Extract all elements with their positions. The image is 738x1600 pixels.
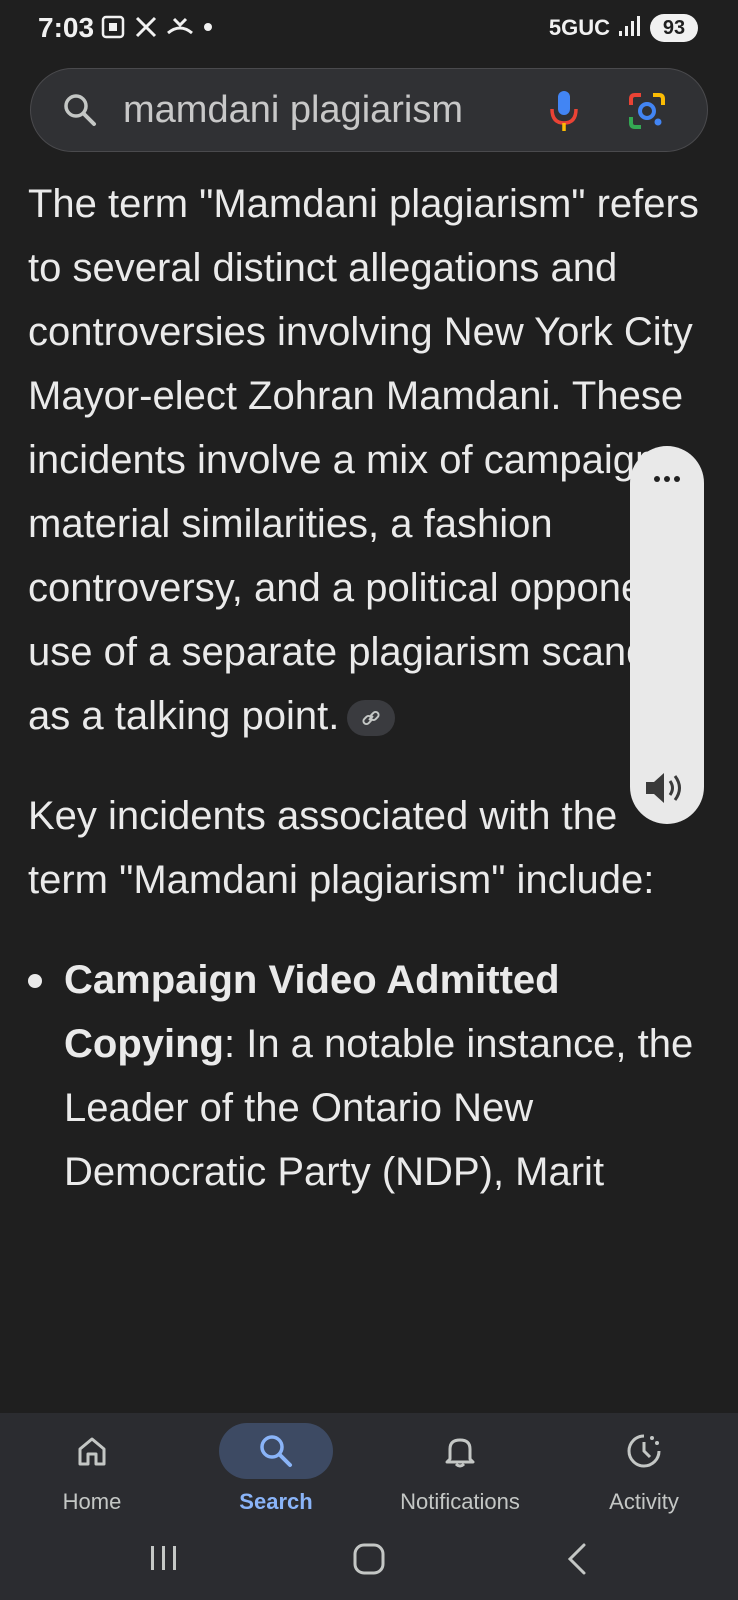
missed-call-icon <box>166 15 194 39</box>
recents-icon[interactable] <box>148 1542 180 1579</box>
home-icon <box>78 1437 106 1466</box>
google-lens-icon[interactable] <box>627 91 667 136</box>
nav-label-activity: Activity <box>609 1489 679 1514</box>
overview-paragraph-text: The term "Mamdani plagiarism" refers to … <box>28 182 705 738</box>
microphone-icon[interactable] <box>547 89 581 138</box>
screenshot-icon <box>100 14 126 40</box>
link-chip[interactable] <box>347 700 396 737</box>
incident-list: Campaign Video Admitted Copying: In a no… <box>28 948 708 1204</box>
nav-label-search: Search <box>239 1489 313 1514</box>
status-icons-left <box>100 14 214 40</box>
link-icon <box>362 711 380 726</box>
bottom-navigation: Home Search Notifications Activity <box>0 1413 738 1600</box>
battery-icon: 93 <box>650 14 698 42</box>
overview-paragraph: The term "Mamdani plagiarism" refers to … <box>28 172 708 748</box>
search-bar[interactable]: mamdani plagiarism <box>30 68 708 152</box>
nav-item-home[interactable]: Home <box>2 1423 182 1515</box>
speaker-icon[interactable] <box>642 766 690 815</box>
ai-overview-content: The term "Mamdani plagiarism" refers to … <box>28 172 708 1204</box>
nav-item-search[interactable]: Search <box>186 1423 366 1515</box>
bell-icon <box>445 1438 475 1468</box>
search-icon <box>260 1435 292 1467</box>
nav-label-notifications: Notifications <box>400 1489 520 1514</box>
back-icon[interactable] <box>564 1542 590 1581</box>
list-item: Campaign Video Admitted Copying: In a no… <box>28 948 708 1204</box>
home-circle-icon[interactable] <box>352 1542 386 1581</box>
more-options-icon[interactable] <box>647 464 687 494</box>
nav-label-home: Home <box>62 1489 122 1514</box>
dot-icon <box>202 21 214 33</box>
status-bar: 7:03 5GUC 93 <box>0 0 738 60</box>
bullet-dot <box>28 974 42 988</box>
status-time: 7:03 <box>38 12 95 43</box>
search-icon <box>61 91 99 134</box>
activity-icon <box>627 1434 661 1468</box>
nav-item-notifications[interactable]: Notifications <box>370 1423 550 1515</box>
floating-audio-panel <box>630 446 704 824</box>
x-app-icon <box>134 15 158 39</box>
search-query-input[interactable]: mamdani plagiarism <box>123 89 463 132</box>
key-incidents-paragraph: Key incidents associated with the term "… <box>28 794 655 902</box>
system-navigation <box>0 1530 738 1590</box>
nav-active-pill <box>219 1423 333 1479</box>
network-label: 5GUC <box>548 15 610 40</box>
status-right: 5GUC 93 <box>549 14 698 42</box>
signal-icon <box>618 15 642 42</box>
nav-item-activity[interactable]: Activity <box>554 1423 734 1515</box>
